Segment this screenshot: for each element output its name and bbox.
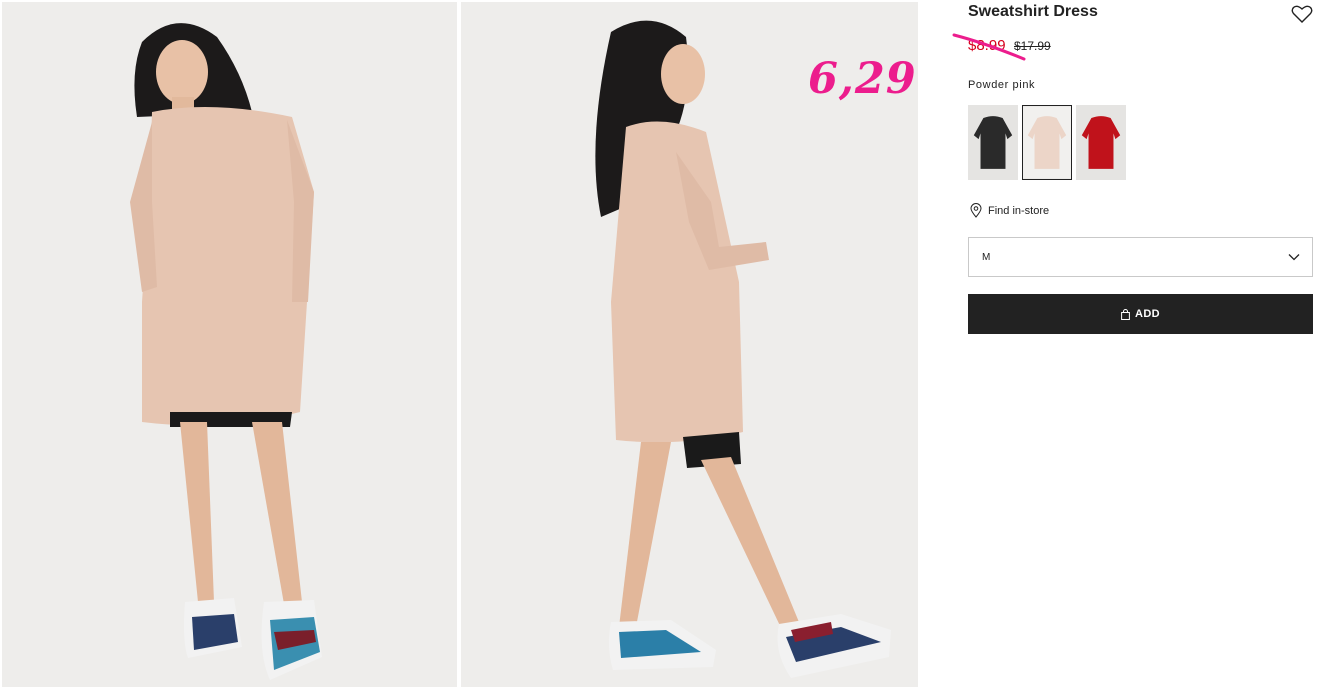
- find-in-store-link[interactable]: Find in-store: [970, 203, 1049, 218]
- sale-price: $8.99: [968, 37, 1006, 54]
- size-selected-value: M: [982, 251, 991, 263]
- swatch-red[interactable]: [1076, 105, 1126, 180]
- original-price: $17.99: [1014, 39, 1051, 53]
- chevron-down-icon: [1288, 254, 1300, 261]
- selected-color-label: Powder pink: [968, 79, 1036, 91]
- product-title: Sweatshirt Dress: [968, 3, 1098, 20]
- heart-icon: [1291, 5, 1313, 23]
- size-dropdown[interactable]: M: [968, 237, 1313, 277]
- add-to-bag-button[interactable]: ADD: [968, 294, 1313, 334]
- product-image-front[interactable]: [2, 2, 457, 687]
- swatch-powder-pink[interactable]: [1022, 105, 1072, 180]
- model-side-illustration: [461, 2, 918, 687]
- product-details-panel: Sweatshirt Dress $8.99 $17.99 Powder pin…: [952, 0, 1313, 689]
- color-swatches: [968, 105, 1126, 180]
- red-dress-thumbnail: [1077, 106, 1125, 179]
- shopping-bag-icon: [1121, 308, 1130, 320]
- favorite-button[interactable]: [1291, 4, 1313, 24]
- product-image-side[interactable]: [461, 2, 918, 687]
- model-front-illustration: [2, 2, 457, 687]
- price-block: $8.99 $17.99: [952, 33, 1051, 61]
- handwritten-price-annotation: 6,29: [808, 54, 917, 104]
- pink-dress-thumbnail: [1023, 106, 1071, 179]
- swatch-black[interactable]: [968, 105, 1018, 180]
- find-in-store-label: Find in-store: [988, 204, 1050, 217]
- location-pin-icon: [970, 203, 982, 218]
- add-button-label: ADD: [1134, 308, 1161, 320]
- black-dress-thumbnail: [969, 106, 1017, 179]
